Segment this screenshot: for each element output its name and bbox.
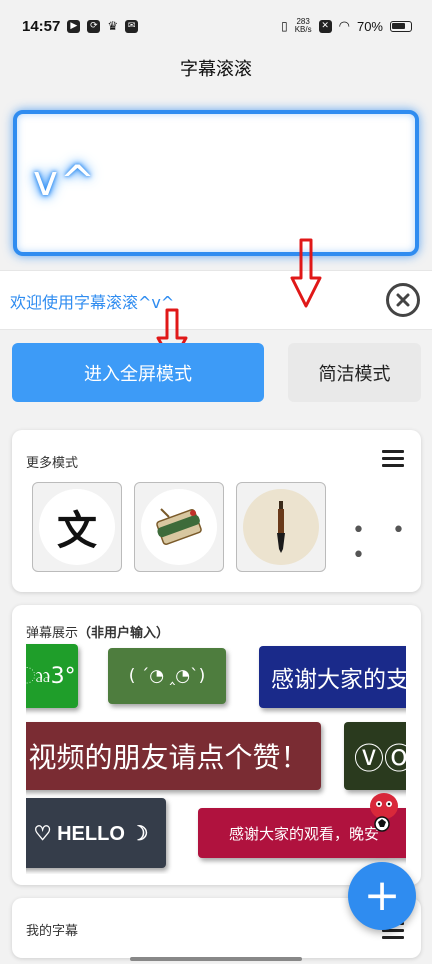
battery-percent: 70% (356, 18, 383, 34)
danmaku-title: 弹幕展示（非用户输入） (26, 622, 169, 641)
subtitle-preview[interactable]: v^ (13, 110, 419, 256)
more-modes-card: 更多模式 文 • • • (12, 430, 421, 592)
danmaku-item[interactable]: 视频的朋友请点个赞！ (26, 722, 321, 790)
net-speed-unit: KB/s (294, 25, 312, 34)
status-left: 14:57 ▶ ⟳ ♛ ✉ (22, 17, 139, 35)
status-right: ▯ 283 KB/s ✕ ◠ 70% (281, 18, 412, 34)
mascot-sticker-icon (370, 793, 398, 832)
more-modes-dots[interactable]: • • • (352, 518, 421, 568)
net-speed: 283 KB/s (295, 18, 312, 34)
mode-tile-scroll[interactable] (134, 482, 224, 572)
home-indicator (130, 957, 302, 961)
app-notification-icon: ⟳ (87, 19, 101, 33)
clear-input-button[interactable] (386, 283, 420, 317)
danmaku-title-note: （非用户输入） (78, 626, 170, 641)
danmaku-item[interactable]: ෲ3° (26, 644, 78, 708)
brush-icon (243, 489, 319, 565)
crown-icon: ♛ (107, 19, 119, 33)
wifi-icon: ◠ (338, 18, 350, 34)
add-subtitle-button[interactable]: + (348, 862, 416, 930)
vibrate-icon: ▯ (281, 19, 288, 33)
mode-tile-brush[interactable] (236, 482, 326, 572)
danmaku-item[interactable]: 感谢大家的支 (259, 646, 406, 708)
status-bar: 14:57 ▶ ⟳ ♛ ✉ ▯ 283 KB/s ✕ ◠ 70% (0, 0, 432, 52)
danmaku-title-prefix: 弹幕展示 (26, 626, 79, 641)
simple-mode-button[interactable]: 简洁模式 (288, 343, 421, 402)
more-modes-title: 更多模式 (26, 456, 79, 471)
mail-icon: ✉ (125, 19, 139, 33)
danmaku-item[interactable]: ♡ HELLO ☽ (26, 798, 166, 868)
scroll-icon (141, 489, 217, 565)
danmaku-item[interactable]: ( ´◔ ‸◔`) (108, 648, 226, 704)
app-title: 字幕滚滚 (180, 59, 252, 80)
mode-tile-circle: 文 (39, 489, 115, 565)
subtitle-input-row (0, 270, 432, 330)
menu-icon[interactable] (382, 450, 404, 468)
battery-icon (390, 20, 412, 32)
status-time: 14:57 (22, 17, 61, 35)
preview-text: v^ (33, 156, 98, 205)
fullscreen-mode-button[interactable]: 进入全屏模式 (12, 343, 264, 402)
danmaku-item[interactable]: ⓋⓄ (344, 722, 406, 790)
close-icon (396, 293, 410, 307)
danmaku-showcase: ෲ3° ( ´◔ ‸◔`) 感谢大家的支 视频的朋友请点个赞！ ⓋⓄ ♡ HEL… (26, 642, 406, 874)
my-subtitles-title: 我的字幕 (26, 924, 79, 939)
annotation-arrow-down-icon (290, 238, 322, 308)
text-glyph: 文 (57, 507, 97, 554)
sim-off-icon: ✕ (318, 19, 332, 33)
mode-tile-text[interactable]: 文 (32, 482, 122, 572)
play-store-icon: ▶ (67, 19, 81, 33)
